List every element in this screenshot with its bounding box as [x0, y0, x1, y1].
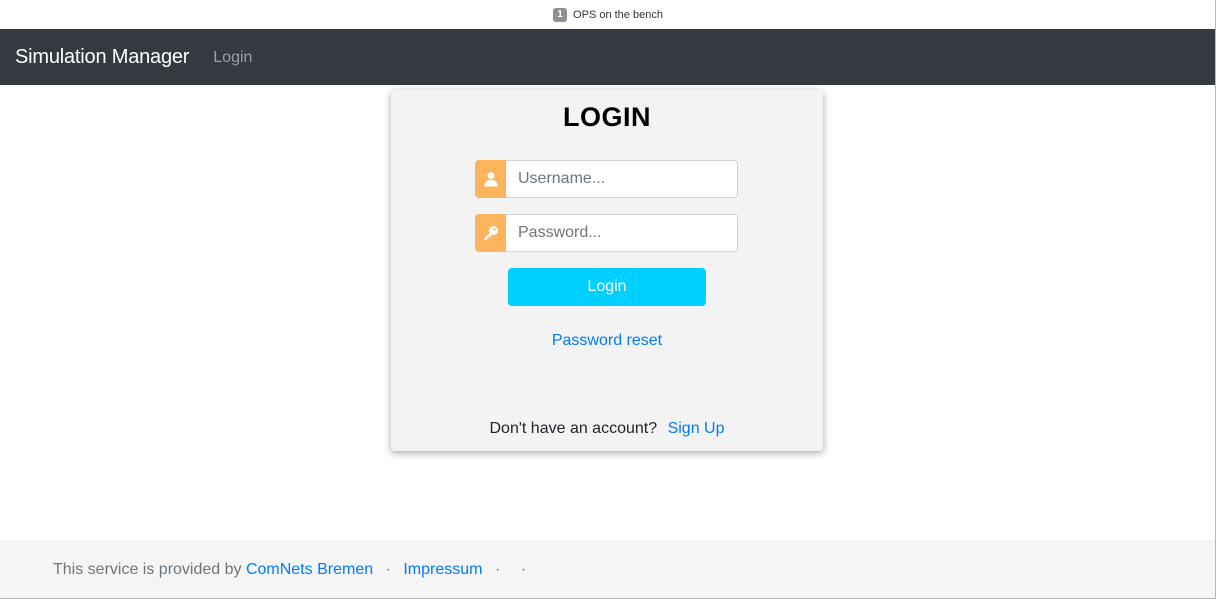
window-title-bar: 1 OPS on the bench [0, 0, 1215, 29]
footer-separator: · [385, 560, 391, 578]
signup-row: Don't have an account? Sign Up [391, 420, 823, 438]
login-button[interactable]: Login [508, 268, 706, 306]
navbar: Simulation Manager Login [0, 29, 1215, 85]
login-card: LOGIN Login Password reset [391, 90, 823, 451]
impressum-link[interactable]: Impressum [403, 561, 482, 578]
nav-login-link[interactable]: Login [213, 49, 252, 67]
key-icon [475, 214, 506, 252]
page: 1 OPS on the bench Simulation Manager Lo… [0, 0, 1216, 599]
footer: This service is provided by ComNets Brem… [0, 540, 1215, 598]
navbar-brand[interactable]: Simulation Manager [15, 46, 189, 69]
window-title: OPS on the bench [573, 8, 663, 21]
footer-content: This service is provided by ComNets Brem… [53, 561, 534, 579]
footer-separator: · [520, 560, 527, 578]
user-icon [475, 160, 506, 198]
footer-separator: · [494, 560, 501, 578]
password-reset-link[interactable]: Password reset [391, 332, 823, 350]
password-group [475, 214, 738, 252]
no-account-text: Don't have an account? [489, 420, 658, 437]
signup-link[interactable]: Sign Up [668, 420, 725, 437]
comnets-link[interactable]: ComNets Bremen [246, 561, 373, 578]
username-group [475, 160, 738, 198]
tab-count-badge: 1 [553, 7, 568, 22]
username-input[interactable] [506, 160, 738, 198]
footer-provided-text: This service is provided by [53, 560, 242, 578]
password-input[interactable] [506, 214, 738, 252]
login-title: LOGIN [563, 102, 651, 132]
